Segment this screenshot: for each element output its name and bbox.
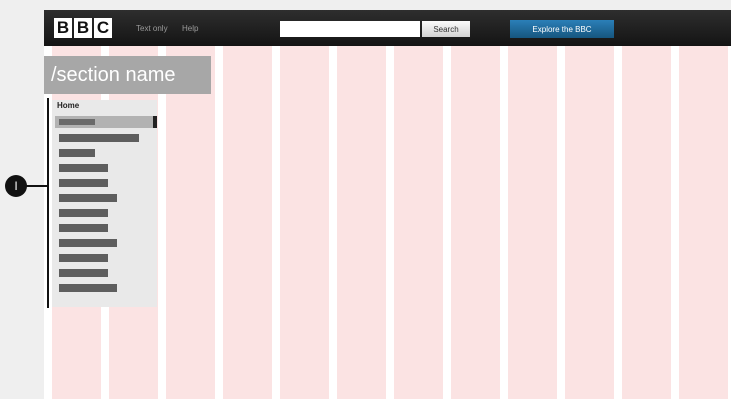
nav-item[interactable] [59,254,108,262]
callout-connector [25,185,48,187]
grid-column [451,10,500,399]
grid-column [508,10,557,399]
nav-home-link[interactable]: Home [57,101,79,110]
nav-item[interactable] [59,179,108,187]
explore-the-bbc-button[interactable]: Explore the BBC [510,20,614,38]
search-input[interactable] [280,21,420,37]
logo-letter: C [94,18,112,38]
grid-column [280,10,329,399]
grid-column [394,10,443,399]
nav-item[interactable] [59,239,117,247]
logo-letter: B [54,18,72,38]
nav-item[interactable] [59,134,139,142]
section-title: /section name [44,56,211,94]
bbc-logo-icon[interactable]: B B C [54,18,112,38]
grid-column [565,10,614,399]
nav-item[interactable] [59,284,117,292]
nav-item[interactable] [59,194,117,202]
nav-item[interactable] [59,149,95,157]
help-link[interactable]: Help [182,24,198,33]
masthead: B B C Text only Help Search Explore the … [44,10,731,46]
page-frame: B B C Text only Help Search Explore the … [44,10,731,399]
grid-column [223,10,272,399]
callout-badge-icon: I [5,175,27,197]
grid-column [679,10,728,399]
nav-item[interactable] [59,224,108,232]
callout-bracket [47,98,49,308]
nav-item-selected[interactable] [55,116,157,128]
nav-item[interactable] [59,269,108,277]
nav-item-placeholder [59,119,95,125]
local-navigation: Home [52,100,157,307]
nav-item[interactable] [59,164,108,172]
logo-letter: B [74,18,92,38]
selected-indicator [153,116,157,128]
search-button[interactable]: Search [422,21,470,37]
grid-column [337,10,386,399]
grid-column [622,10,671,399]
nav-item[interactable] [59,209,108,217]
text-only-link[interactable]: Text only [136,24,168,33]
